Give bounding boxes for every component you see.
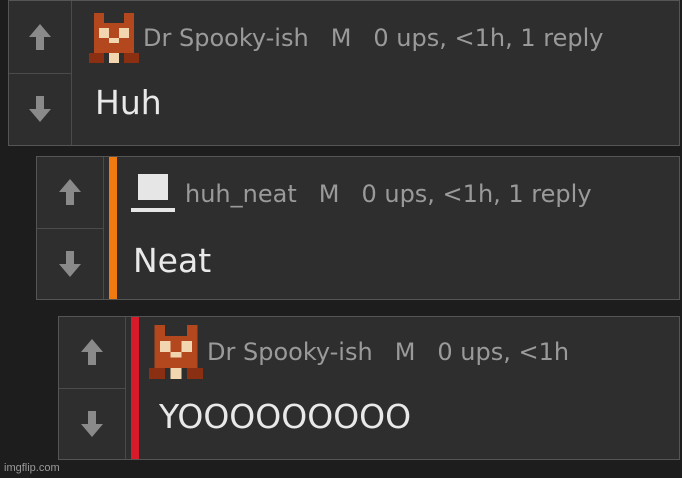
badge-label: M [394, 338, 416, 366]
comment-2: huh_neat M 0 ups, <1h, 1 reply Neat [36, 156, 680, 300]
author-name[interactable]: Dr Spooky-ish [207, 338, 373, 366]
downvote-button[interactable] [9, 74, 71, 146]
upvote-button[interactable] [37, 157, 103, 229]
comment-1-text: Huh [95, 83, 162, 122]
arrow-down-icon [81, 410, 103, 437]
arrow-up-icon [59, 179, 81, 206]
comment-2-meta: huh_neat M 0 ups, <1h, 1 reply [129, 168, 592, 220]
author-name[interactable]: huh_neat [185, 180, 297, 208]
thread-depth-stripe [109, 157, 117, 299]
comment-3-meta: Dr Spooky-ish M 0 ups, <1h [149, 325, 570, 379]
imgflip-watermark: imgflip.com [4, 462, 60, 474]
pixel-cat-avatar-icon[interactable] [149, 325, 203, 379]
upvote-button[interactable] [9, 1, 71, 74]
comment-3-text: YOOOOOOOOO [159, 397, 412, 436]
comment-2-vote-column [37, 157, 104, 299]
comment-1-vote-column [9, 1, 72, 145]
score-and-time: 0 ups, <1h [437, 338, 570, 366]
default-blank-avatar-icon[interactable] [129, 168, 181, 220]
score-and-time: 0 ups, <1h, 1 reply [361, 180, 592, 208]
downvote-button[interactable] [59, 389, 125, 460]
arrow-up-icon [29, 23, 51, 50]
comment-1: Dr Spooky-ish M 0 ups, <1h, 1 reply Huh [8, 0, 680, 146]
comment-3-vote-column [59, 317, 126, 459]
arrow-up-icon [81, 339, 103, 366]
upvote-button[interactable] [59, 317, 125, 389]
author-name[interactable]: Dr Spooky-ish [143, 24, 309, 52]
comment-2-text: Neat [133, 241, 212, 280]
arrow-down-icon [59, 250, 81, 277]
comment-1-meta: Dr Spooky-ish M 0 ups, <1h, 1 reply [89, 13, 603, 63]
comment-3: Dr Spooky-ish M 0 ups, <1h YOOOOOOOOO [58, 316, 680, 460]
arrow-down-icon [29, 96, 51, 123]
pixel-cat-avatar-icon[interactable] [89, 13, 139, 63]
downvote-button[interactable] [37, 229, 103, 300]
badge-label: M [318, 180, 340, 208]
score-and-time: 0 ups, <1h, 1 reply [373, 24, 604, 52]
thread-depth-stripe [131, 317, 139, 459]
badge-label: M [330, 24, 352, 52]
